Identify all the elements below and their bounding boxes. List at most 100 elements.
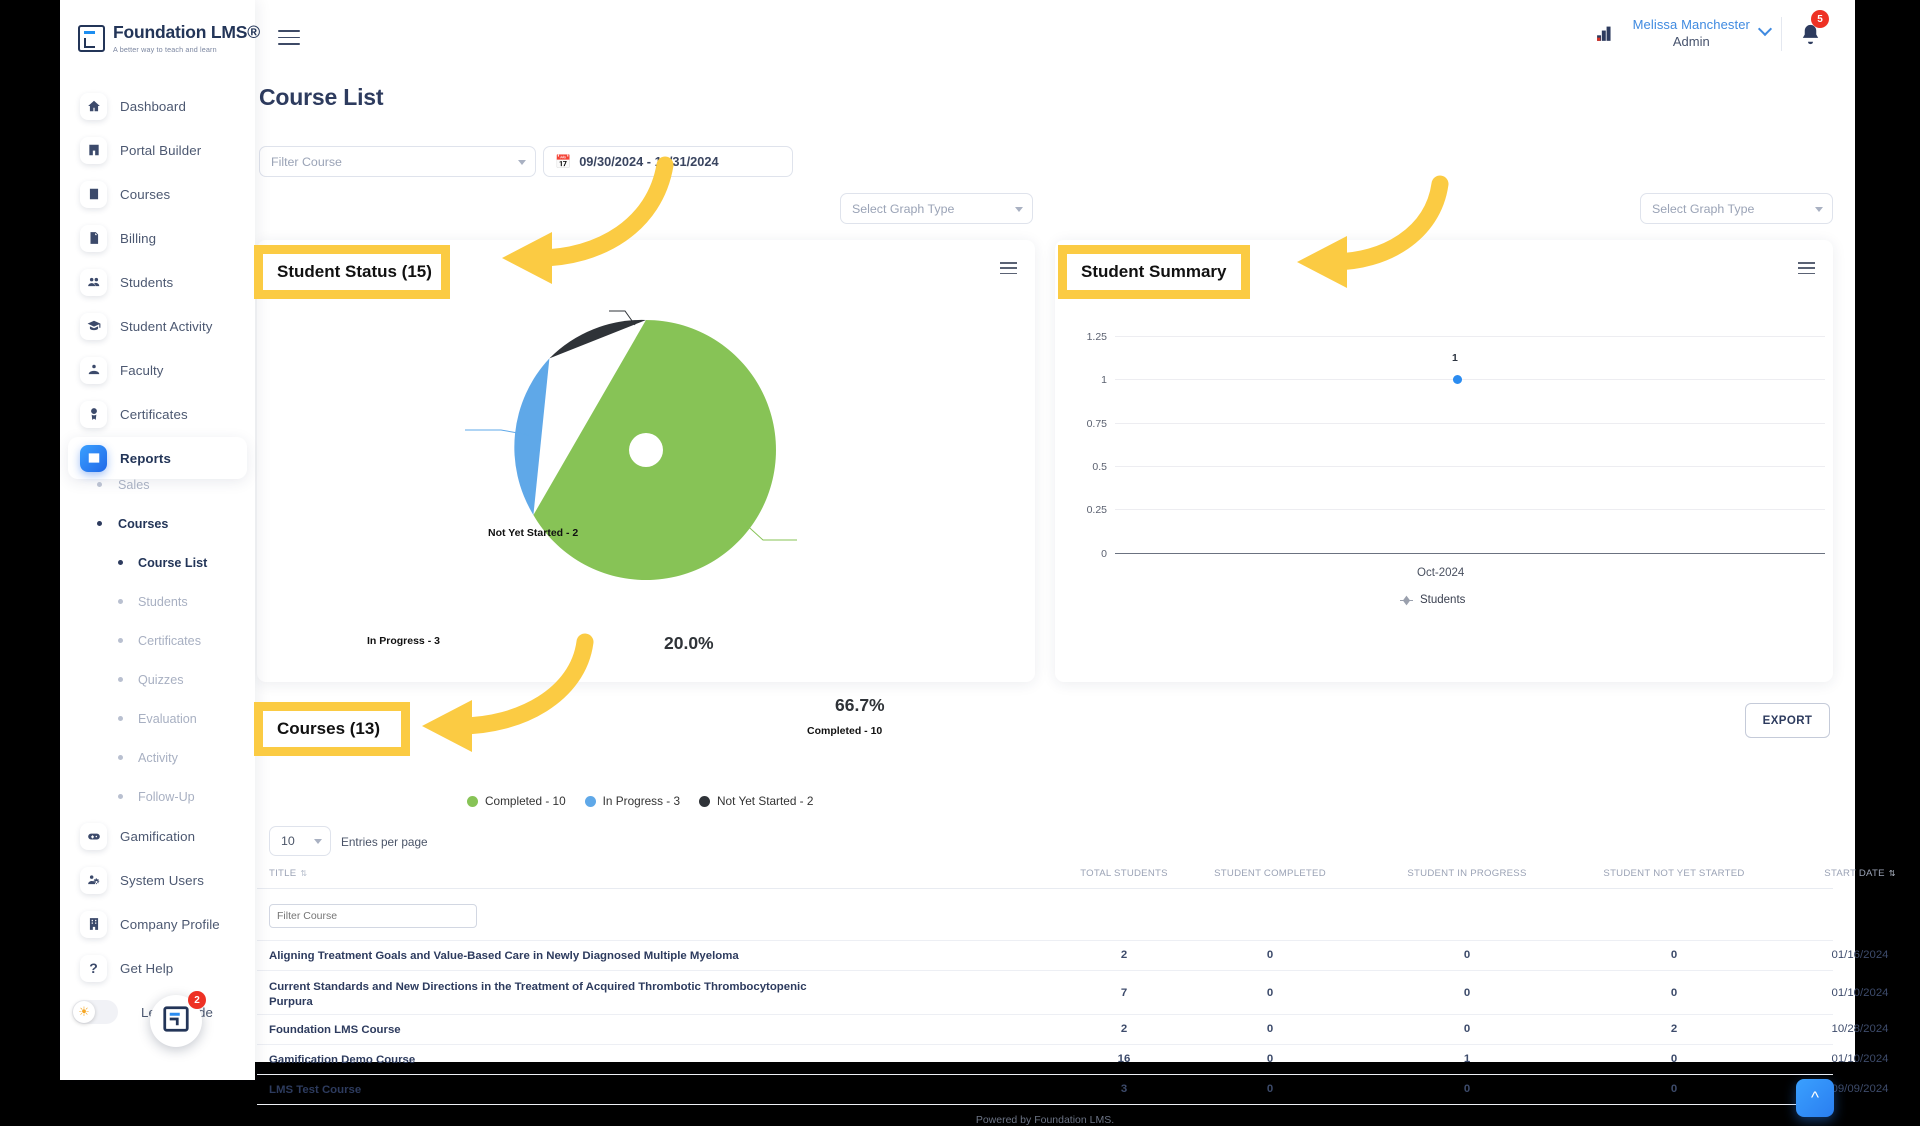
line-legend-students[interactable]: Students bbox=[1400, 594, 1465, 606]
table-row[interactable]: Current Standards and New Directions in … bbox=[257, 970, 1889, 1014]
sidebar-item-system-users[interactable]: System Users bbox=[68, 859, 247, 901]
col-header-student-not-yet-started: STUDENT NOT YET STARTED bbox=[1603, 868, 1745, 879]
table-row[interactable]: Gamification Demo Course 16 0 1 0 01/10/… bbox=[257, 1044, 1889, 1074]
sidebar-subitem-label: Sales bbox=[118, 477, 150, 492]
table-filter-input[interactable] bbox=[269, 904, 477, 928]
chat-badge: 2 bbox=[188, 991, 206, 1009]
gridline bbox=[1115, 379, 1825, 380]
table-row[interactable]: Aligning Treatment Goals and Value-Based… bbox=[257, 940, 1889, 970]
sun-toggle-icon[interactable]: ☀ bbox=[72, 1000, 118, 1024]
sidebar-item-label: Portal Builder bbox=[120, 142, 202, 158]
course-filter-select[interactable]: Filter Course bbox=[259, 146, 536, 177]
graph-type-select-right[interactable]: Select Graph Type bbox=[1640, 193, 1833, 224]
bullet-icon bbox=[118, 677, 123, 682]
chart-menu-button-right[interactable] bbox=[1798, 262, 1815, 278]
cell-not-started: 2 bbox=[1670, 1023, 1678, 1035]
cell-start-date: 01/16/2024 bbox=[1831, 949, 1889, 961]
entries-per-page-value: 10 bbox=[281, 834, 295, 848]
notifications-button[interactable]: 5 bbox=[1799, 10, 1829, 52]
pie-slice-in-progress bbox=[514, 358, 550, 515]
sidebar-item-get-help[interactable]: ? Get Help bbox=[68, 947, 247, 989]
student-status-card: 66.7% 20.0% 13.3% Not Yet Started - 2 In… bbox=[257, 240, 1035, 808]
table-row[interactable]: Foundation LMS Course 2 0 0 2 10/28/2024… bbox=[257, 1014, 1889, 1044]
sidebar-item-gamification[interactable]: Gamification bbox=[68, 815, 247, 857]
data-point-students-oct-2024[interactable] bbox=[1453, 375, 1462, 384]
col-header-start-date[interactable]: START DATE ⇅ bbox=[1810, 868, 1910, 879]
sidebar-item-faculty[interactable]: Faculty bbox=[68, 349, 247, 391]
export-button[interactable]: EXPORT bbox=[1745, 703, 1830, 738]
sidebar-item-label: Reports bbox=[120, 450, 171, 466]
sidebar-subitem-course-list[interactable]: Course List bbox=[60, 543, 255, 582]
sort-icon: ⇅ bbox=[300, 869, 308, 878]
sidebar-subitem-sales[interactable]: Sales bbox=[60, 465, 255, 504]
cell-in-progress: 1 bbox=[1463, 1053, 1471, 1065]
legend-marker-icon bbox=[1400, 595, 1413, 605]
sidebar-subitem-courses[interactable]: Courses bbox=[60, 504, 255, 543]
sidebar-subitem-activity[interactable]: Activity bbox=[60, 738, 255, 777]
left-gutter bbox=[0, 0, 60, 1080]
date-range-picker[interactable]: 📅 09/30/2024 - 10/31/2024 bbox=[543, 146, 793, 177]
date-range-value: 09/30/2024 - 10/31/2024 bbox=[579, 154, 719, 169]
sidebar-item-certificates[interactable]: Certificates bbox=[68, 393, 247, 435]
cell-title[interactable]: Current Standards and New Directions in … bbox=[269, 980, 829, 1011]
gridline bbox=[1115, 336, 1825, 337]
sidebar-subitem-students[interactable]: Students bbox=[60, 582, 255, 621]
sidebar-subitem-quizzes[interactable]: Quizzes bbox=[60, 660, 255, 699]
sidebar-item-company-profile[interactable]: Company Profile bbox=[68, 903, 247, 945]
cell-title[interactable]: Foundation LMS Course bbox=[269, 1023, 1039, 1038]
sidebar-item-students[interactable]: Students bbox=[68, 261, 247, 303]
sidebar-item-label: Faculty bbox=[120, 362, 164, 378]
col-header-title[interactable]: TITLE ⇅ bbox=[269, 868, 307, 879]
chat-launcher-button[interactable]: 2 bbox=[150, 991, 206, 1047]
portal-icon bbox=[80, 136, 107, 164]
graduation-cap-icon bbox=[80, 312, 107, 340]
sidebar-subitem-follow-up[interactable]: Follow-Up bbox=[60, 777, 255, 816]
pie-label-not-started-pct: 13.3% bbox=[719, 560, 769, 580]
cell-start-date: 01/10/2024 bbox=[1831, 1053, 1889, 1065]
sidebar-item-label: Dashboard bbox=[120, 98, 186, 114]
chevron-down-icon[interactable] bbox=[1760, 24, 1771, 30]
gridline bbox=[1115, 466, 1825, 467]
sidebar-item-courses[interactable]: Courses bbox=[68, 173, 247, 215]
sidebar-subitem-evaluation[interactable]: Evaluation bbox=[60, 699, 255, 738]
sidebar-item-dashboard[interactable]: Dashboard bbox=[68, 85, 247, 127]
cell-title[interactable]: LMS Test Course bbox=[269, 1083, 1039, 1098]
calendar-icon: 📅 bbox=[555, 154, 572, 169]
brand-name: Foundation LMS® bbox=[113, 22, 260, 42]
highlight-student-summary: Student Summary bbox=[1058, 245, 1250, 299]
pie-svg bbox=[465, 310, 797, 580]
notification-badge: 5 bbox=[1811, 10, 1829, 28]
cell-title[interactable]: Gamification Demo Course bbox=[269, 1053, 1039, 1068]
sidebar-subitem-certificates[interactable]: Certificates bbox=[60, 621, 255, 660]
sidebar-item-portal-builder[interactable]: Portal Builder bbox=[68, 129, 247, 171]
col-header-student-completed: STUDENT COMPLETED bbox=[1214, 868, 1326, 879]
bullet-icon bbox=[97, 521, 102, 526]
chevron-down-icon bbox=[314, 839, 322, 844]
sidebar-item-billing[interactable]: Billing bbox=[68, 217, 247, 259]
scroll-to-top-button[interactable]: ^ bbox=[1796, 1079, 1834, 1117]
user-role: Admin bbox=[1672, 34, 1710, 49]
sidebar-subitem-label: Course List bbox=[138, 555, 208, 570]
entries-per-page-select[interactable]: 10 bbox=[269, 826, 331, 856]
cell-in-progress: 0 bbox=[1463, 1023, 1471, 1035]
book-icon bbox=[80, 180, 107, 208]
sidebar: Foundation LMS® A better way to teach an… bbox=[60, 0, 260, 1080]
sidebar-subitem-label: Quizzes bbox=[138, 672, 184, 687]
table-row[interactable]: LMS Test Course 3 0 0 0 09/09/2024 11/08… bbox=[257, 1074, 1889, 1104]
graph-type-select-left[interactable]: Select Graph Type bbox=[840, 193, 1033, 224]
sidebar-item-student-activity[interactable]: Student Activity bbox=[68, 305, 247, 347]
cell-title[interactable]: Aligning Treatment Goals and Value-Based… bbox=[269, 949, 1039, 964]
analytics-icon[interactable] bbox=[1595, 25, 1615, 44]
course-filter-placeholder: Filter Course bbox=[271, 154, 342, 169]
y-tick-label: 1.25 bbox=[1086, 331, 1107, 343]
cell-start-date: 01/10/2024 bbox=[1831, 987, 1889, 999]
cell-completed: 0 bbox=[1266, 949, 1274, 961]
user-menu[interactable]: Melissa Manchester Admin bbox=[1633, 17, 1750, 49]
brand-logo[interactable]: Foundation LMS® A better way to teach an… bbox=[78, 22, 260, 54]
bullet-icon bbox=[118, 638, 123, 643]
sidebar-item-label: Students bbox=[120, 274, 174, 290]
table-filter-row bbox=[257, 888, 1833, 889]
faculty-icon bbox=[80, 356, 107, 384]
menu-toggle-button[interactable] bbox=[278, 30, 300, 50]
y-tick-label: 1 bbox=[1101, 374, 1107, 386]
